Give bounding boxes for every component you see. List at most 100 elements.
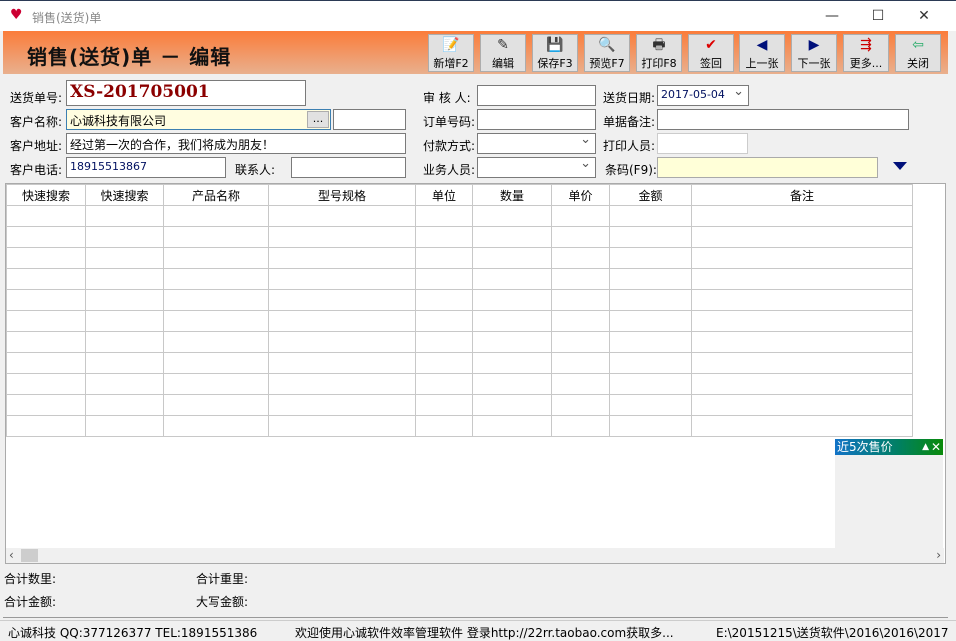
table-cell[interactable] <box>691 331 913 353</box>
table-cell[interactable] <box>551 268 610 290</box>
column-header[interactable]: 产品名称 <box>163 184 269 206</box>
table-cell[interactable] <box>268 373 416 395</box>
table-cell[interactable] <box>6 289 86 311</box>
table-cell[interactable] <box>472 373 552 395</box>
table-cell[interactable] <box>268 331 416 353</box>
table-cell[interactable] <box>551 373 610 395</box>
close-window-button[interactable]: ✕ <box>902 5 946 27</box>
table-cell[interactable] <box>415 310 473 332</box>
table-cell[interactable] <box>268 289 416 311</box>
toolbar-button-5[interactable]: ✔ 签回 <box>688 34 734 72</box>
table-cell[interactable] <box>551 310 610 332</box>
table-cell[interactable] <box>85 268 164 290</box>
table-cell[interactable] <box>163 310 269 332</box>
table-row[interactable] <box>6 205 913 227</box>
table-cell[interactable] <box>163 268 269 290</box>
column-header[interactable]: 单位 <box>415 184 473 206</box>
table-cell[interactable] <box>6 373 86 395</box>
table-cell[interactable] <box>6 331 86 353</box>
table-cell[interactable] <box>609 394 692 416</box>
table-cell[interactable] <box>268 394 416 416</box>
order-no-field[interactable]: XS-201705001 <box>66 80 306 106</box>
column-header[interactable]: 金额 <box>609 184 692 206</box>
payment-select[interactable] <box>477 133 596 154</box>
table-cell[interactable] <box>85 289 164 311</box>
table-row[interactable] <box>6 394 913 416</box>
table-cell[interactable] <box>6 268 86 290</box>
table-cell[interactable] <box>85 310 164 332</box>
scroll-right-icon[interactable]: › <box>936 548 941 562</box>
contact-field[interactable] <box>291 157 406 178</box>
product-grid[interactable]: 快速搜索 快速搜索 产品名称 型号规格 单位 数量 单价 金额 备注 <box>5 183 946 564</box>
table-cell[interactable] <box>551 205 610 227</box>
toolbar-button-7[interactable]: ▶ 下一张 <box>791 34 837 72</box>
column-header[interactable]: 快速搜索 <box>85 184 164 206</box>
table-cell[interactable] <box>472 247 552 269</box>
table-cell[interactable] <box>415 373 473 395</box>
table-cell[interactable] <box>268 247 416 269</box>
table-cell[interactable] <box>609 268 692 290</box>
table-cell[interactable] <box>85 373 164 395</box>
table-cell[interactable] <box>163 415 269 437</box>
table-cell[interactable] <box>6 205 86 227</box>
table-cell[interactable] <box>268 226 416 248</box>
table-cell[interactable] <box>163 205 269 227</box>
table-cell[interactable] <box>609 226 692 248</box>
table-cell[interactable] <box>6 310 86 332</box>
table-cell[interactable] <box>551 289 610 311</box>
expand-down-icon[interactable] <box>893 162 907 170</box>
table-row[interactable] <box>6 268 913 290</box>
table-row[interactable] <box>6 310 913 332</box>
table-row[interactable] <box>6 373 913 395</box>
table-cell[interactable] <box>415 268 473 290</box>
toolbar-button-6[interactable]: ◀ 上一张 <box>739 34 785 72</box>
table-cell[interactable] <box>691 373 913 395</box>
table-cell[interactable] <box>609 373 692 395</box>
table-cell[interactable] <box>609 331 692 353</box>
table-cell[interactable] <box>691 247 913 269</box>
table-cell[interactable] <box>85 394 164 416</box>
table-cell[interactable] <box>85 247 164 269</box>
toolbar-button-8[interactable]: ⇶ 更多... <box>843 34 889 72</box>
table-cell[interactable] <box>691 415 913 437</box>
table-cell[interactable] <box>551 352 610 374</box>
toolbar-button-1[interactable]: ✎ 编辑 <box>480 34 526 72</box>
table-cell[interactable] <box>85 205 164 227</box>
toolbar-button-9[interactable]: ⇦ 关闭 <box>895 34 941 72</box>
table-cell[interactable] <box>472 415 552 437</box>
table-cell[interactable] <box>6 247 86 269</box>
table-cell[interactable] <box>472 394 552 416</box>
horizontal-scrollbar[interactable]: ‹ › <box>6 548 944 563</box>
table-cell[interactable] <box>609 289 692 311</box>
table-cell[interactable] <box>551 226 610 248</box>
table-cell[interactable] <box>691 268 913 290</box>
table-row[interactable] <box>6 247 913 269</box>
remark-field[interactable] <box>657 109 909 130</box>
table-cell[interactable] <box>472 331 552 353</box>
table-cell[interactable] <box>609 205 692 227</box>
table-cell[interactable] <box>472 268 552 290</box>
scroll-left-icon[interactable]: ‹ <box>9 548 14 562</box>
toolbar-button-3[interactable]: 🔍 预览F7 <box>584 34 630 72</box>
po-field[interactable] <box>477 109 596 130</box>
table-cell[interactable] <box>609 352 692 374</box>
table-cell[interactable] <box>551 247 610 269</box>
table-cell[interactable] <box>268 268 416 290</box>
sales-select[interactable] <box>477 157 596 178</box>
maximize-button[interactable]: ☐ <box>856 5 900 27</box>
table-cell[interactable] <box>6 394 86 416</box>
table-cell[interactable] <box>6 415 86 437</box>
table-cell[interactable] <box>415 331 473 353</box>
column-header[interactable]: 备注 <box>691 184 913 206</box>
panel-close-icon[interactable]: ✕ <box>931 439 941 455</box>
table-cell[interactable] <box>268 415 416 437</box>
table-row[interactable] <box>6 289 913 311</box>
table-cell[interactable] <box>609 310 692 332</box>
collapse-icon[interactable]: ▲ <box>922 439 929 455</box>
address-field[interactable]: 经过第一次的合作，我们将成为朋友！ <box>66 133 406 154</box>
table-cell[interactable] <box>268 310 416 332</box>
table-cell[interactable] <box>691 226 913 248</box>
table-cell[interactable] <box>163 289 269 311</box>
toolbar-button-4[interactable]: 🖶 打印F8 <box>636 34 682 72</box>
table-cell[interactable] <box>163 394 269 416</box>
